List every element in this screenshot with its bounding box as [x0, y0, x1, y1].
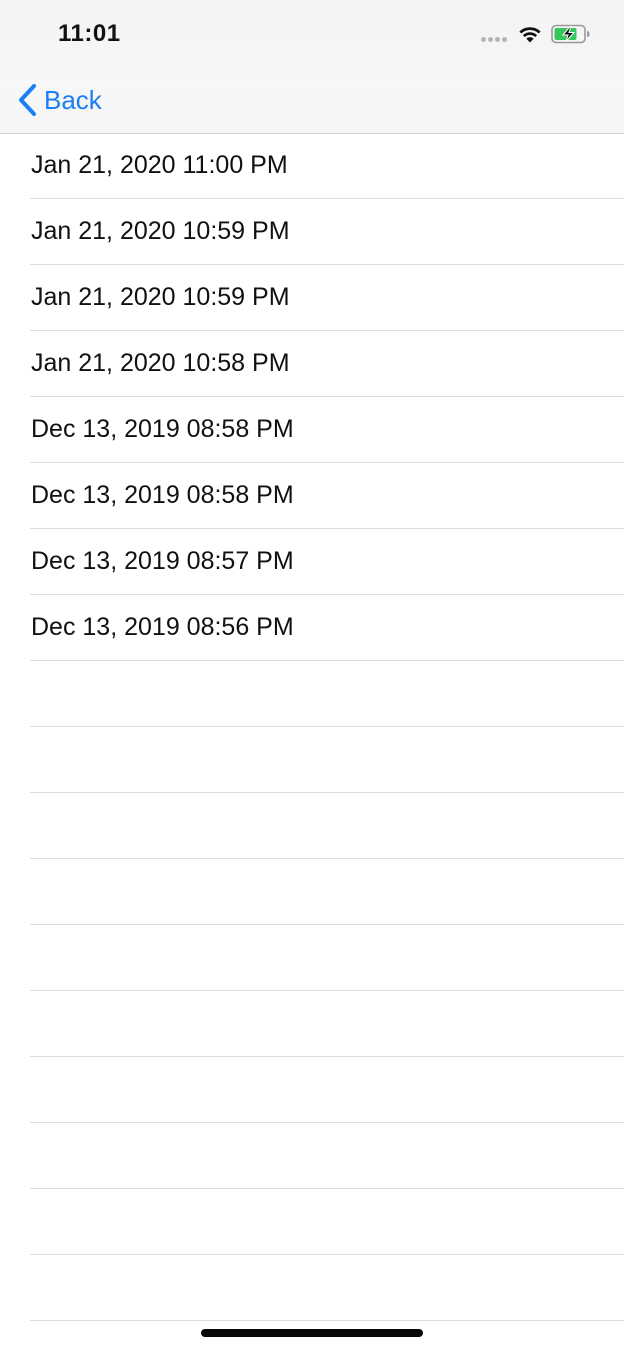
signal-dots-icon	[481, 37, 509, 43]
back-label: Back	[44, 84, 102, 115]
empty-row	[0, 859, 624, 925]
empty-row	[0, 1255, 624, 1321]
row-separator	[30, 1320, 624, 1321]
empty-row	[0, 991, 624, 1057]
list-item[interactable]: Jan 21, 2020 10:59 PM	[0, 199, 624, 265]
list-item-label: Dec 13, 2019 08:56 PM	[31, 613, 294, 641]
home-indicator	[201, 1329, 423, 1337]
empty-row	[0, 1123, 624, 1189]
list-item-label: Jan 21, 2020 10:58 PM	[31, 349, 290, 377]
list-item-label: Jan 21, 2020 10:59 PM	[31, 217, 290, 245]
list-item-label: Dec 13, 2019 08:58 PM	[31, 415, 294, 443]
list-item-label: Dec 13, 2019 08:58 PM	[31, 481, 294, 509]
back-button[interactable]: Back	[16, 82, 102, 118]
nav-bar: Back	[0, 66, 624, 133]
screen: 11:01 Back Jan 21, 2020 11:00 PM Jan 21,…	[0, 0, 624, 1350]
status-time: 11:01	[58, 20, 121, 47]
status-bar: 11:01	[0, 0, 624, 66]
list-item[interactable]: Jan 21, 2020 11:00 PM	[0, 133, 624, 199]
list-item[interactable]: Jan 21, 2020 10:59 PM	[0, 265, 624, 331]
empty-row	[0, 1057, 624, 1123]
chevron-left-icon	[19, 84, 36, 116]
empty-row	[0, 1189, 624, 1255]
empty-row	[0, 793, 624, 859]
battery-charging-icon	[551, 24, 590, 44]
list-item[interactable]: Jan 21, 2020 10:58 PM	[0, 331, 624, 397]
list-item-label: Jan 21, 2020 11:00 PM	[31, 151, 288, 179]
empty-row	[0, 661, 624, 727]
wifi-icon	[519, 27, 541, 43]
list-item[interactable]: Dec 13, 2019 08:57 PM	[0, 529, 624, 595]
list-item[interactable]: Dec 13, 2019 08:56 PM	[0, 595, 624, 661]
list-item-label: Dec 13, 2019 08:57 PM	[31, 547, 294, 575]
list-item[interactable]: Dec 13, 2019 08:58 PM	[0, 463, 624, 529]
header: 11:01 Back	[0, 0, 624, 134]
empty-row	[0, 925, 624, 991]
empty-row	[0, 727, 624, 793]
history-list: Jan 21, 2020 11:00 PM Jan 21, 2020 10:59 …	[0, 133, 624, 1321]
list-item[interactable]: Dec 13, 2019 08:58 PM	[0, 397, 624, 463]
list-item-label: Jan 21, 2020 10:59 PM	[31, 283, 290, 311]
